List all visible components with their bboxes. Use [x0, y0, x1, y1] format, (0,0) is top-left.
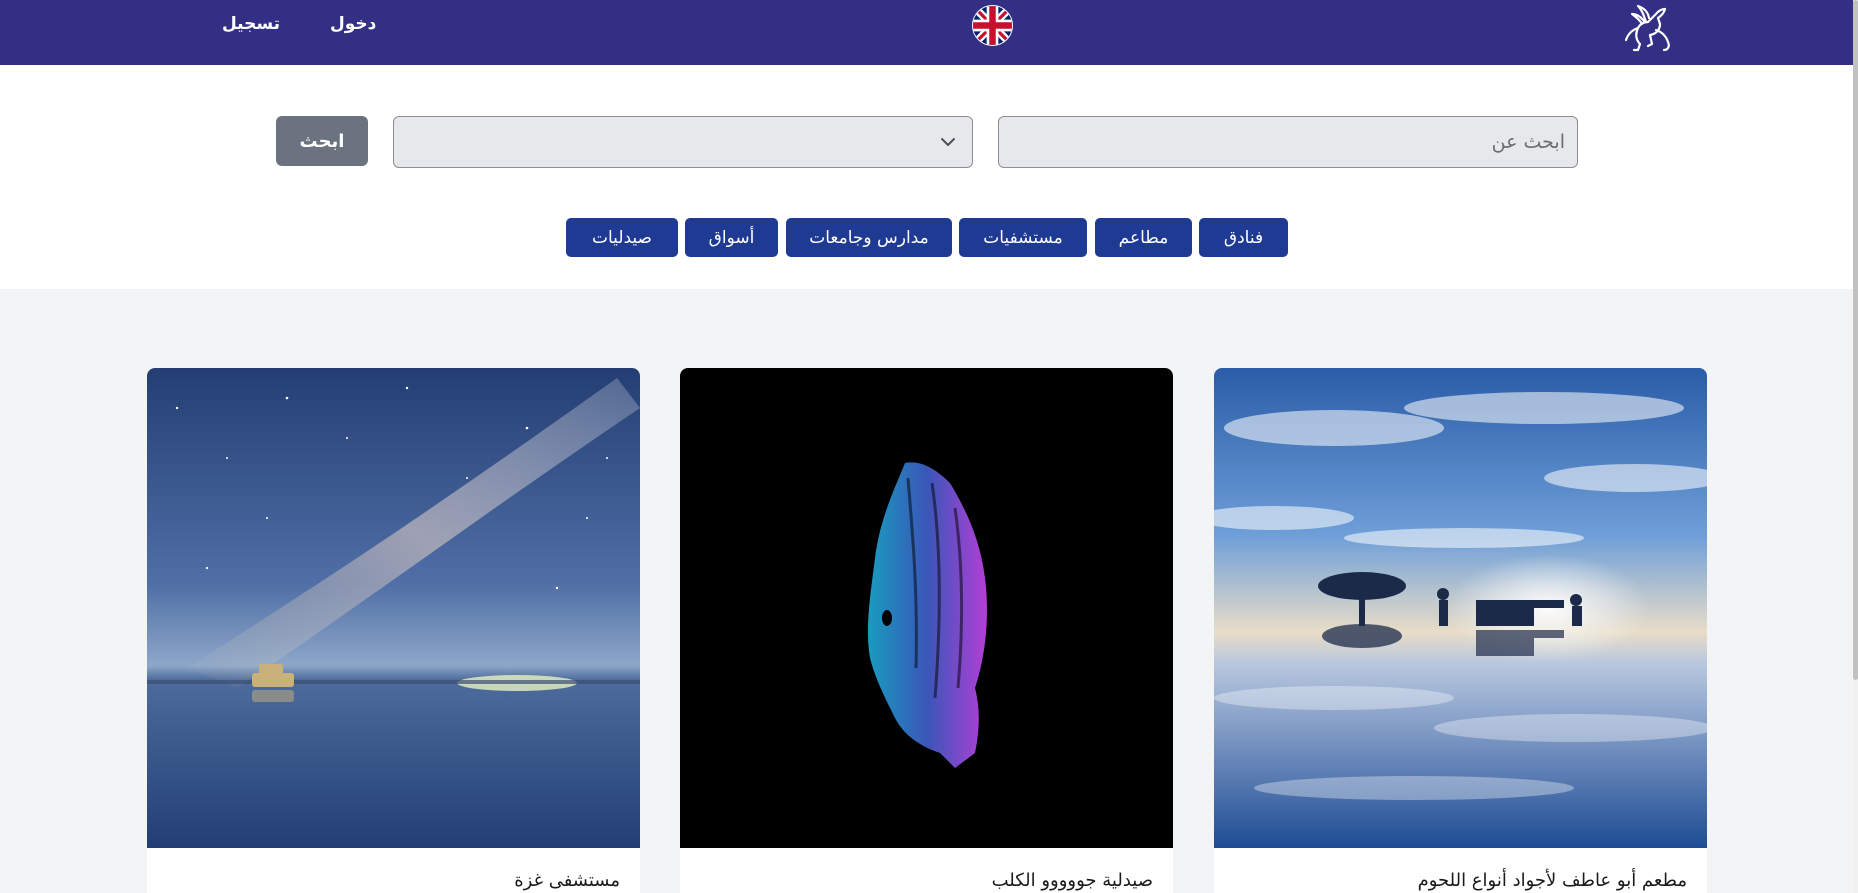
uk-flag-icon[interactable]: [972, 5, 1013, 46]
listing-card[interactable]: مطعم أبو عاطف لأجواد أنواع اللحوم: [1214, 368, 1707, 893]
search-section: ابحث فنادق مطاعم مستشفيات مدارس وجامعات …: [0, 65, 1853, 289]
filter-hotels-button[interactable]: فنادق: [1199, 218, 1288, 257]
card-title: مطعم أبو عاطف لأجواد أنواع اللحوم: [1417, 870, 1687, 891]
pegasus-logo-icon[interactable]: [1618, 0, 1678, 56]
card-image: [680, 368, 1173, 848]
filter-hospitals-button[interactable]: مستشفيات: [959, 218, 1087, 257]
scrollbar-thumb[interactable]: [1853, 0, 1858, 680]
page-scrollbar[interactable]: [1853, 0, 1858, 893]
top-navigation-bar: تسجيل دخول: [0, 0, 1853, 65]
listing-card[interactable]: مستشفى غزة: [147, 368, 640, 893]
card-title: صيدلية جووووو الكلب: [991, 870, 1153, 891]
card-image: [147, 368, 640, 848]
login-link[interactable]: دخول: [330, 14, 376, 34]
search-input[interactable]: [998, 116, 1578, 168]
listings-section: مطعم أبو عاطف لأجواد أنواع اللحوم صيدلية…: [0, 289, 1853, 893]
chevron-down-icon: [941, 138, 955, 146]
register-link[interactable]: تسجيل: [222, 14, 280, 34]
filter-pharmacies-button[interactable]: صيدليات: [566, 218, 678, 257]
card-title: مستشفى غزة: [514, 870, 620, 891]
search-button[interactable]: ابحث: [276, 116, 368, 166]
filter-schools-universities-button[interactable]: مدارس وجامعات: [786, 218, 952, 257]
listing-card[interactable]: صيدلية جووووو الكلب: [680, 368, 1173, 893]
filter-markets-button[interactable]: أسواق: [685, 218, 778, 257]
card-image: [1214, 368, 1707, 848]
filter-restaurants-button[interactable]: مطاعم: [1095, 218, 1192, 257]
page: تسجيل دخول ابحث عن ابحث فنادق مطاعم مستش…: [0, 0, 1853, 893]
category-select[interactable]: [393, 116, 973, 168]
